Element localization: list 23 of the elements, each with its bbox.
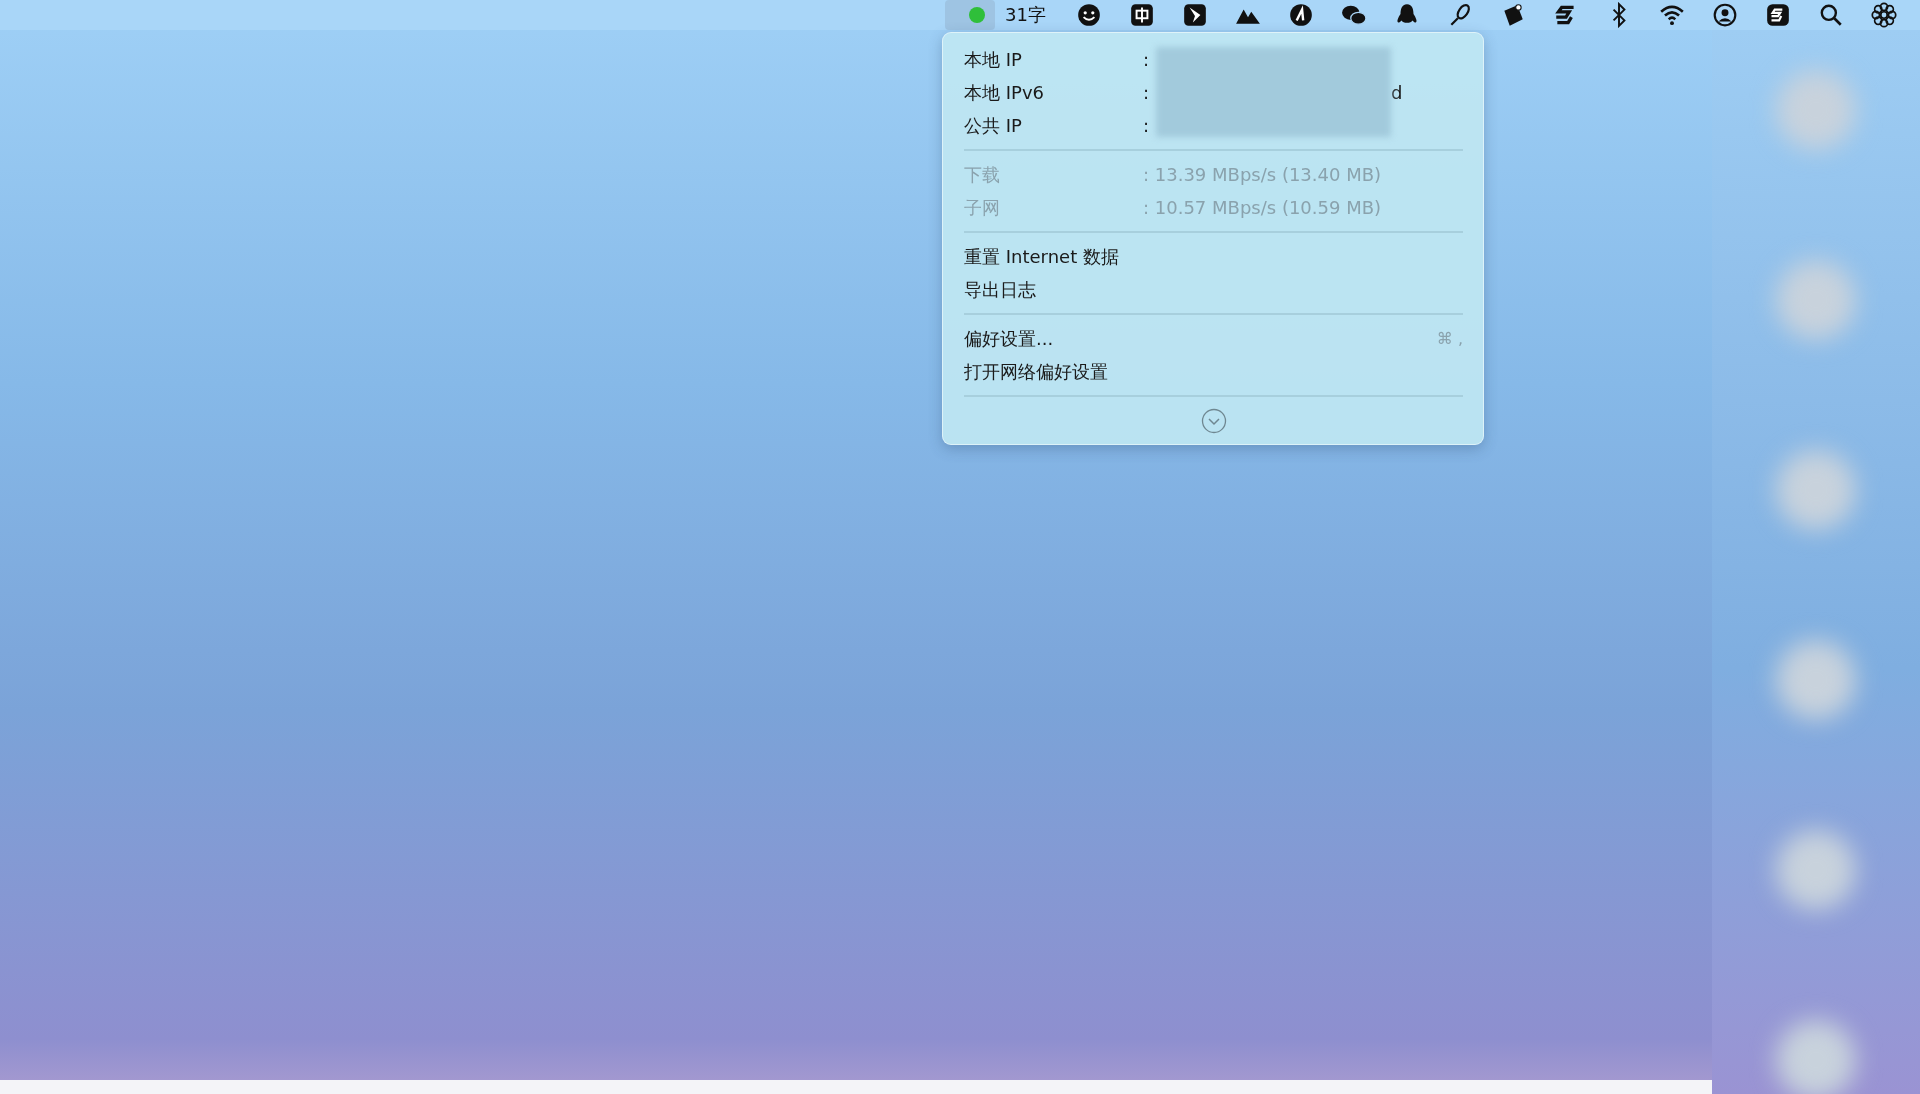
info-value: : — [1143, 49, 1150, 70]
s-square-icon[interactable] — [1764, 2, 1791, 28]
stat-label: 下载 — [964, 162, 1001, 187]
menu-item[interactable]: 重置 Internet 数据 — [964, 240, 1463, 273]
word-count-item[interactable]: 31字 — [995, 0, 1062, 30]
menu-item[interactable]: 导出日志 — [964, 273, 1463, 306]
stat-label: 子网 — [964, 195, 1001, 220]
info-value-end: d — [1391, 82, 1403, 103]
info-label: 公共 IP — [964, 113, 1023, 138]
expand-chevron-icon[interactable] — [1200, 408, 1227, 434]
info-value: : — [1143, 115, 1150, 136]
user-circle-icon[interactable] — [1711, 2, 1738, 28]
square-glyph-icon[interactable] — [1128, 2, 1155, 28]
smiley-icon[interactable] — [1075, 2, 1102, 28]
menu-item[interactable]: 打开网络偏好设置 — [964, 355, 1463, 388]
menu-item[interactable]: 偏好设置... ⌘ , — [964, 322, 1463, 355]
info-label: 本地 IP — [964, 47, 1023, 72]
status-dot-icon — [969, 7, 986, 23]
stat-value: : 10.57 MBps/s (10.59 MB) — [1143, 197, 1382, 218]
flower-icon[interactable] — [1870, 2, 1897, 28]
info-value: : — [1143, 82, 1150, 103]
info-label: 本地 IPv6 — [964, 80, 1045, 105]
stat-value: : 13.39 MBps/s (13.40 MB) — [1143, 164, 1382, 185]
